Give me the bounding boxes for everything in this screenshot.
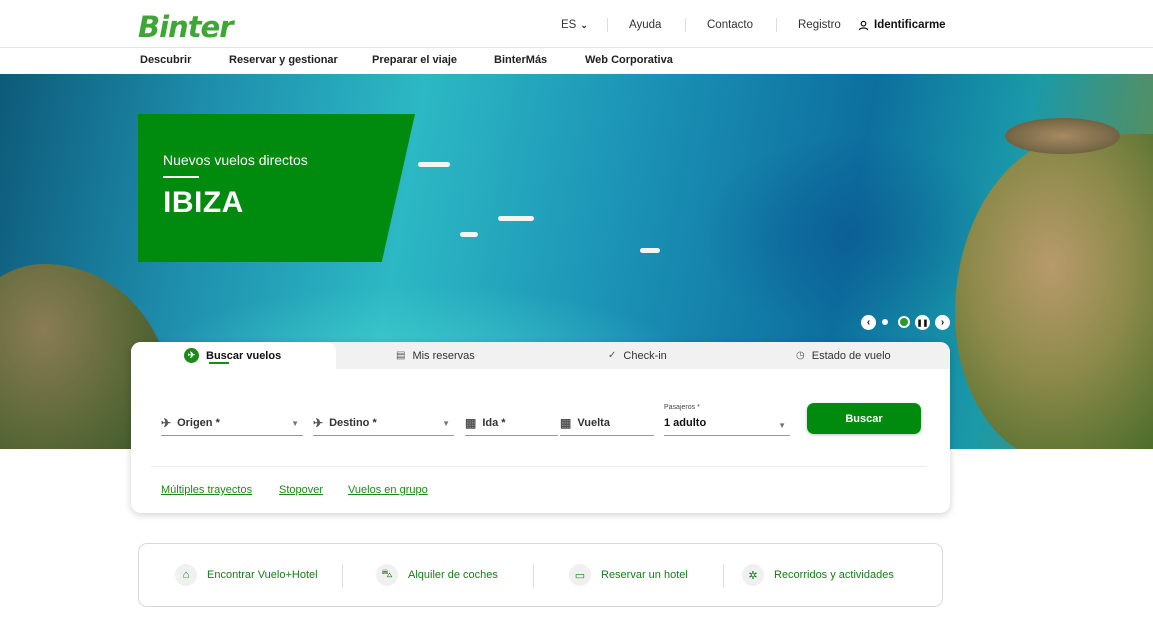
services-bar: ⌂ Encontrar Vuelo+Hotel ⛍ Alquiler de co… xyxy=(138,543,943,607)
chevron-down-icon: ▼ xyxy=(778,421,786,430)
register-link[interactable]: Registro xyxy=(798,19,841,31)
tab-label: Check-in xyxy=(623,349,667,362)
group-flights-link[interactable]: Vuelos en grupo xyxy=(348,484,428,496)
coast-right xyxy=(955,134,1153,449)
stopover-link[interactable]: Stopover xyxy=(279,484,323,496)
divider xyxy=(151,466,926,467)
nav-item-bintermas[interactable]: BinterMás xyxy=(494,54,547,66)
divider xyxy=(685,18,686,32)
destination-field[interactable]: ✈ Destino * ▼ xyxy=(313,410,454,436)
bed-icon: ⌂ xyxy=(175,564,197,586)
tab-estado-vuelo[interactable]: ◷ Estado de vuelo xyxy=(796,342,891,369)
service-vuelo-hotel[interactable]: ⌂ Encontrar Vuelo+Hotel xyxy=(175,544,318,606)
islet xyxy=(1005,118,1120,154)
return-label: Vuelta xyxy=(577,416,610,429)
contact-link[interactable]: Contacto xyxy=(707,19,753,31)
active-tab-underline xyxy=(209,362,229,364)
chevron-down-icon: ⌄ xyxy=(580,19,588,30)
nav-item-descubrir[interactable]: Descubrir xyxy=(140,54,191,66)
divider xyxy=(607,18,608,32)
origin-label: Origen * xyxy=(177,416,220,429)
landing-icon: ✈ xyxy=(313,415,324,430)
tab-label: Estado de vuelo xyxy=(811,349,891,362)
carousel-pause-button[interactable]: ❚❚ xyxy=(915,315,930,330)
tab-label: Mis reservas xyxy=(412,349,475,362)
promo-title: IBIZA xyxy=(163,186,244,219)
carousel-dot-active[interactable] xyxy=(898,316,910,328)
promo-underline xyxy=(163,176,199,178)
calendar-icon: ▦ xyxy=(560,415,572,430)
carousel-dot[interactable] xyxy=(882,319,888,325)
passengers-value: 1 adulto xyxy=(664,417,707,429)
carousel-prev-button[interactable]: ‹ xyxy=(861,315,876,330)
main-nav: Descubrir Reservar y gestionar Preparar … xyxy=(0,48,1153,74)
origin-field[interactable]: ✈ Origen * ▼ xyxy=(161,410,303,436)
tab-buscar-vuelos[interactable]: ✈ Buscar vuelos xyxy=(131,342,336,369)
service-label: Reservar un hotel xyxy=(601,569,688,581)
service-label: Recorridos y actividades xyxy=(774,569,894,581)
passengers-select[interactable]: 1 adulto ▼ xyxy=(664,410,790,436)
tab-label: Buscar vuelos xyxy=(206,349,282,362)
service-reservar-hotel[interactable]: ▭ Reservar un hotel xyxy=(569,544,688,606)
service-label: Encontrar Vuelo+Hotel xyxy=(207,569,318,581)
calendar-icon: ▦ xyxy=(465,415,477,430)
login-label: Identificarme xyxy=(874,19,946,31)
divider xyxy=(776,18,777,32)
divider xyxy=(723,564,724,588)
nav-item-corporativa[interactable]: Web Corporativa xyxy=(585,54,673,66)
user-icon xyxy=(858,20,869,30)
boat xyxy=(640,248,660,253)
service-alquiler-coches[interactable]: ⛍ Alquiler de coches xyxy=(376,544,498,606)
ticket-icon: ▤ xyxy=(396,350,406,361)
clock-icon: ◷ xyxy=(796,350,805,361)
departure-label: Ida * xyxy=(482,416,506,429)
destination-label: Destino * xyxy=(329,416,377,429)
nav-item-preparar[interactable]: Preparar el viaje xyxy=(372,54,457,66)
return-date-field[interactable]: ▦ Vuelta xyxy=(560,410,654,436)
chevron-down-icon: ▼ xyxy=(442,419,450,428)
promo-subtitle: Nuevos vuelos directos xyxy=(163,152,308,168)
boat xyxy=(418,162,450,167)
multi-trip-link[interactable]: Múltiples trayectos xyxy=(161,484,252,496)
service-label: Alquiler de coches xyxy=(408,569,498,581)
login-link[interactable]: Identificarme xyxy=(858,19,946,31)
boat xyxy=(498,216,534,221)
service-recorridos[interactable]: ✲ Recorridos y actividades xyxy=(742,544,894,606)
takeoff-icon: ✈ xyxy=(161,415,172,430)
tab-mis-reservas[interactable]: ▤ Mis reservas xyxy=(396,342,475,369)
departure-date-field[interactable]: ▦ Ida * xyxy=(465,410,558,436)
tab-check-in[interactable]: ✓ Check-in xyxy=(608,342,667,369)
help-link[interactable]: Ayuda xyxy=(629,19,661,31)
hotel-icon: ▭ xyxy=(569,564,591,586)
check-icon: ✓ xyxy=(608,350,617,361)
promo-banner[interactable]: Nuevos vuelos directos IBIZA xyxy=(138,114,415,262)
chevron-down-icon: ▼ xyxy=(291,419,299,428)
activities-icon: ✲ xyxy=(742,564,764,586)
divider xyxy=(533,564,534,588)
plane-icon: ✈ xyxy=(184,348,199,363)
top-bar: Binter ES ⌄ Ayuda Contacto Registro Iden… xyxy=(0,0,1153,48)
language-selector[interactable]: ES ⌄ xyxy=(561,19,588,31)
language-code: ES xyxy=(561,19,577,31)
search-tabs: ✈ Buscar vuelos ▤ Mis reservas ✓ Check-i… xyxy=(131,342,950,369)
search-button[interactable]: Buscar xyxy=(807,403,921,434)
nav-item-reservar[interactable]: Reservar y gestionar xyxy=(229,54,338,66)
binter-logo[interactable]: Binter xyxy=(138,10,234,44)
carousel-next-button[interactable]: › xyxy=(935,315,950,330)
boat xyxy=(460,232,478,237)
divider xyxy=(342,564,343,588)
car-icon: ⛍ xyxy=(376,564,398,586)
